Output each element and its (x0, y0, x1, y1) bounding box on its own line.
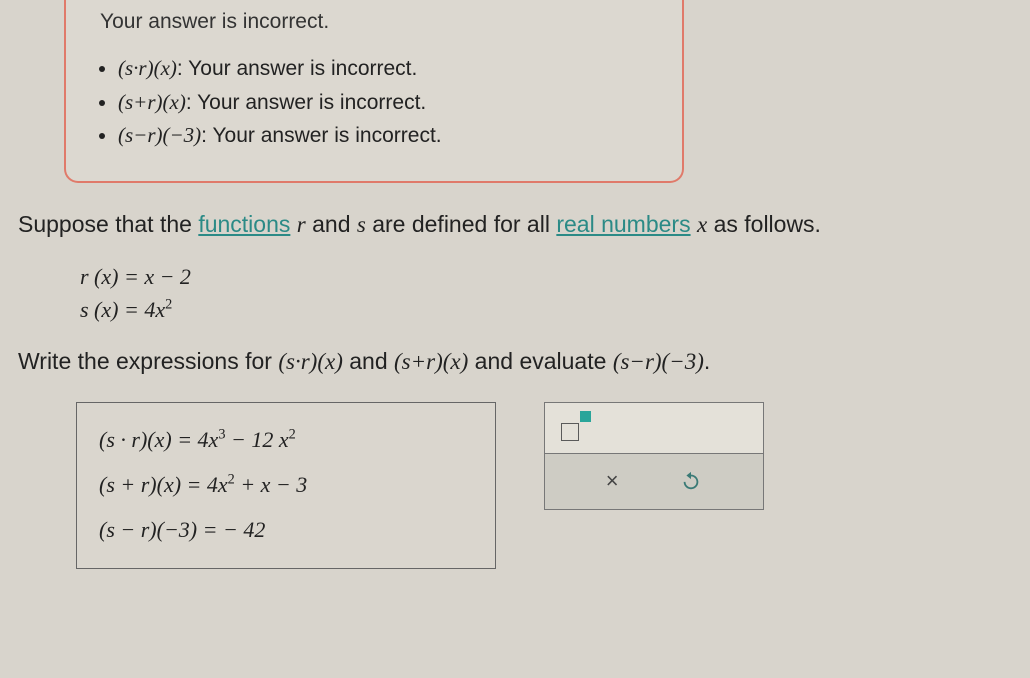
feedback-msg: : Your answer is incorrect. (201, 124, 441, 147)
text: and (343, 348, 394, 374)
var-s: s (357, 212, 366, 237)
link-real-numbers[interactable]: real numbers (556, 211, 690, 237)
feedback-box: Your answer is incorrect. (s·r)(x): Your… (64, 0, 684, 183)
def-s-base: s (x) = 4x (80, 297, 165, 322)
rhs-val: − 42 (223, 517, 265, 542)
palette-action-row: × (544, 454, 764, 510)
lhs: (s − r)(−3) = (99, 517, 223, 542)
rhs-part: 4x (207, 472, 228, 497)
rhs-part: − 12 x (225, 427, 288, 452)
answer-box[interactable]: (s · r)(x) = 4x3 − 12 x2 (s + r)(x) = 4x… (76, 402, 496, 569)
rhs-part: 4x (198, 427, 219, 452)
tool-palette: × (544, 402, 764, 510)
feedback-expr: (s·r)(x) (118, 56, 177, 80)
def-s-exp: 2 (165, 297, 172, 313)
expr: (s+r)(x) (394, 349, 468, 374)
expr: (s·r)(x) (278, 349, 343, 374)
answer-row-1: (s · r)(x) = 4x3 − 12 x2 (99, 417, 477, 462)
palette-exponent-row (544, 402, 764, 454)
var-r: r (297, 212, 306, 237)
square-base-icon (561, 423, 579, 441)
def-r: r (x) = x − 2 (80, 260, 1030, 293)
answer-row-3: (s − r)(−3) = − 42 (99, 507, 477, 552)
feedback-item: (s+r)(x): Your answer is incorrect. (118, 86, 658, 120)
text: as follows. (707, 211, 821, 237)
exp: 2 (228, 472, 235, 488)
text: and evaluate (468, 348, 613, 374)
rhs-part: + x − 3 (235, 472, 307, 497)
feedback-item: (s−r)(−3): Your answer is incorrect. (118, 119, 658, 153)
lhs: (s · r)(x) = (99, 427, 198, 452)
exp: 2 (289, 427, 296, 443)
clear-button[interactable]: × (606, 468, 619, 494)
feedback-msg: : Your answer is incorrect. (186, 91, 426, 114)
feedback-title: Your answer is incorrect. (100, 10, 658, 34)
text: Write the expressions for (18, 348, 278, 374)
square-sup-icon (580, 411, 591, 422)
var-x: x (697, 212, 707, 237)
answer-row-2: (s + r)(x) = 4x2 + x − 3 (99, 462, 477, 507)
feedback-expr: (s+r)(x) (118, 90, 186, 114)
undo-button[interactable] (680, 470, 702, 492)
link-functions[interactable]: functions (198, 211, 290, 237)
def-s: s (x) = 4x2 (80, 293, 1030, 326)
feedback-item: (s·r)(x): Your answer is incorrect. (118, 52, 658, 86)
undo-icon (680, 470, 702, 492)
text: Suppose that the (18, 211, 198, 237)
expr: (s−r)(−3) (613, 349, 704, 374)
text: and (306, 211, 357, 237)
feedback-expr: (s−r)(−3) (118, 123, 201, 147)
feedback-msg: : Your answer is incorrect. (177, 57, 417, 80)
instruction: Write the expressions for (s·r)(x) and (… (0, 344, 1030, 380)
problem-statement: Suppose that the functions r and s are d… (0, 207, 1030, 243)
text: are defined for all (366, 211, 557, 237)
lhs: (s + r)(x) = (99, 472, 207, 497)
function-definitions: r (x) = x − 2 s (x) = 4x2 (80, 260, 1030, 326)
feedback-list: (s·r)(x): Your answer is incorrect. (s+r… (118, 52, 658, 153)
exponent-button[interactable] (561, 415, 591, 441)
text: . (704, 348, 710, 374)
